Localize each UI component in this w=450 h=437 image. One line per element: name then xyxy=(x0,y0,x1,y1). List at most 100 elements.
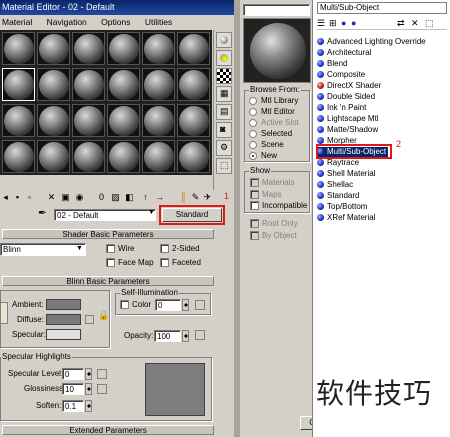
specular-level-field[interactable]: 0 xyxy=(62,368,84,380)
list-item[interactable]: Blend xyxy=(317,59,347,69)
browser-search-field[interactable] xyxy=(243,4,310,16)
view-large-icons-icon[interactable]: ● xyxy=(351,18,356,28)
opacity-map-button[interactable] xyxy=(195,330,205,340)
sample-slot[interactable] xyxy=(142,104,175,137)
self-illum-spinner[interactable] xyxy=(182,299,189,311)
sample-slot[interactable] xyxy=(107,32,140,65)
blinn-basic-header[interactable]: Blinn Basic Parameters xyxy=(2,276,214,286)
show-maps-checkbox[interactable] xyxy=(250,190,259,199)
delete-from-library-icon[interactable]: ✕ xyxy=(411,18,419,29)
by-object-checkbox[interactable] xyxy=(250,231,259,240)
reset-icon[interactable]: ▫ xyxy=(24,192,35,203)
material-id-icon[interactable]: 0 xyxy=(96,192,107,203)
chevron-down-icon[interactable]: ▼ xyxy=(76,245,83,252)
shader-basic-header[interactable]: Shader Basic Parameters xyxy=(2,229,214,239)
list-item[interactable]: Shellac xyxy=(317,180,353,190)
browse-radio[interactable] xyxy=(249,97,257,105)
sample-slot[interactable] xyxy=(142,140,175,173)
self-illum-value-field[interactable]: 0 xyxy=(155,299,181,311)
lock-icon[interactable]: 🔒 xyxy=(98,310,109,321)
sample-slot[interactable] xyxy=(107,140,140,173)
sample-slot[interactable] xyxy=(72,140,105,173)
sample-slot[interactable] xyxy=(177,68,210,101)
chevron-down-icon[interactable]: ▼ xyxy=(148,209,155,216)
show-materials-checkbox[interactable] xyxy=(250,178,259,187)
background-checker-button[interactable] xyxy=(216,68,232,84)
list-item[interactable]: Double Sided xyxy=(317,92,375,102)
sample-slot[interactable] xyxy=(37,104,70,137)
glossiness-map-button[interactable] xyxy=(97,384,107,394)
two-sided-checkbox[interactable] xyxy=(160,244,169,253)
browse-radio[interactable] xyxy=(249,152,257,160)
pick-material-icon[interactable]: ✎ xyxy=(190,192,201,203)
options-button[interactable]: ⚙ xyxy=(216,140,232,156)
sample-slot[interactable] xyxy=(177,104,210,137)
sample-uv-button[interactable]: ▦ xyxy=(216,86,232,102)
browse-radio[interactable] xyxy=(249,119,257,127)
make-preview-button[interactable]: ◙ xyxy=(216,122,232,138)
pick-icon[interactable]: ✈ xyxy=(202,192,213,203)
self-illum-color-checkbox[interactable] xyxy=(120,300,129,309)
shader-select[interactable]: Blinn xyxy=(0,243,86,256)
sample-slot[interactable] xyxy=(37,68,70,101)
list-item[interactable]: XRef Material xyxy=(317,213,375,223)
extended-header[interactable]: Extended Parameters xyxy=(2,425,214,435)
sample-type-button[interactable] xyxy=(216,32,232,48)
glossiness-field[interactable]: 10 xyxy=(62,383,84,395)
sample-slot[interactable] xyxy=(72,68,105,101)
wire-checkbox[interactable] xyxy=(106,244,115,253)
sample-slot[interactable] xyxy=(37,140,70,173)
backlight-button[interactable] xyxy=(216,50,232,66)
sample-slot[interactable] xyxy=(2,68,35,101)
list-item[interactable]: Standard xyxy=(317,191,359,201)
menu-navigation[interactable]: Navigation xyxy=(47,17,87,27)
sample-slot[interactable] xyxy=(142,68,175,101)
show-map-icon[interactable]: ▨ xyxy=(110,192,121,203)
sample-slot[interactable] xyxy=(142,32,175,65)
specular-level-spinner[interactable] xyxy=(85,368,92,380)
assign-icon[interactable]: ▪ xyxy=(12,192,23,203)
sample-slot[interactable] xyxy=(2,32,35,65)
list-item[interactable]: Architectural xyxy=(317,48,371,58)
view-list-icons-icon[interactable]: ⊞ xyxy=(329,18,337,29)
faceted-checkbox[interactable] xyxy=(160,258,169,267)
list-item[interactable]: Lightscape Mtl xyxy=(317,114,379,124)
view-list-icon[interactable]: ☰ xyxy=(317,18,325,29)
view-small-icons-icon[interactable]: ● xyxy=(341,18,346,28)
opacity-field[interactable]: 100 xyxy=(154,330,181,342)
update-scene-icon[interactable]: ⇄ xyxy=(397,18,405,29)
list-item[interactable]: Matte/Shadow xyxy=(317,125,378,135)
self-illum-map-button[interactable] xyxy=(195,300,205,310)
material-name-field[interactable]: 02 - Default xyxy=(54,209,156,221)
sample-slot[interactable] xyxy=(37,32,70,65)
eyedropper-icon[interactable]: ✒ xyxy=(38,208,46,219)
sample-slot[interactable] xyxy=(107,104,140,137)
list-item[interactable]: Shell Material xyxy=(317,169,375,179)
sample-slot[interactable] xyxy=(2,104,35,137)
put-to-scene-icon[interactable]: ◂ xyxy=(0,192,11,203)
root-only-checkbox[interactable] xyxy=(250,219,259,228)
sample-slot[interactable] xyxy=(177,140,210,173)
menu-options[interactable]: Options xyxy=(101,17,130,27)
list-item[interactable]: Composite xyxy=(317,70,365,80)
delete-icon[interactable]: ✕ xyxy=(46,192,57,203)
list-item[interactable]: Ink 'n Paint xyxy=(317,103,366,113)
clear-icon[interactable]: ⬚ xyxy=(425,18,434,29)
browse-radio[interactable] xyxy=(249,130,257,138)
sample-slot[interactable] xyxy=(2,140,35,173)
menu-material[interactable]: Material xyxy=(2,17,32,27)
opacity-spinner[interactable] xyxy=(182,330,189,342)
go-to-parent-icon[interactable]: ↑ xyxy=(140,192,151,203)
show-incompatible-checkbox[interactable] xyxy=(250,201,259,210)
menu-utilities[interactable]: Utilities xyxy=(145,17,172,27)
face-map-checkbox[interactable] xyxy=(106,258,115,267)
sample-slot[interactable] xyxy=(177,32,210,65)
soften-field[interactable]: 0.1 xyxy=(62,400,84,412)
sample-slot[interactable] xyxy=(72,32,105,65)
specular-swatch[interactable] xyxy=(46,329,81,340)
lock-bracket[interactable] xyxy=(0,302,8,324)
video-color-check-button[interactable]: ▤ xyxy=(216,104,232,120)
specular-level-map-button[interactable] xyxy=(97,369,107,379)
show-end-result-icon[interactable]: ◧ xyxy=(124,192,135,203)
ambient-swatch[interactable] xyxy=(46,299,81,310)
